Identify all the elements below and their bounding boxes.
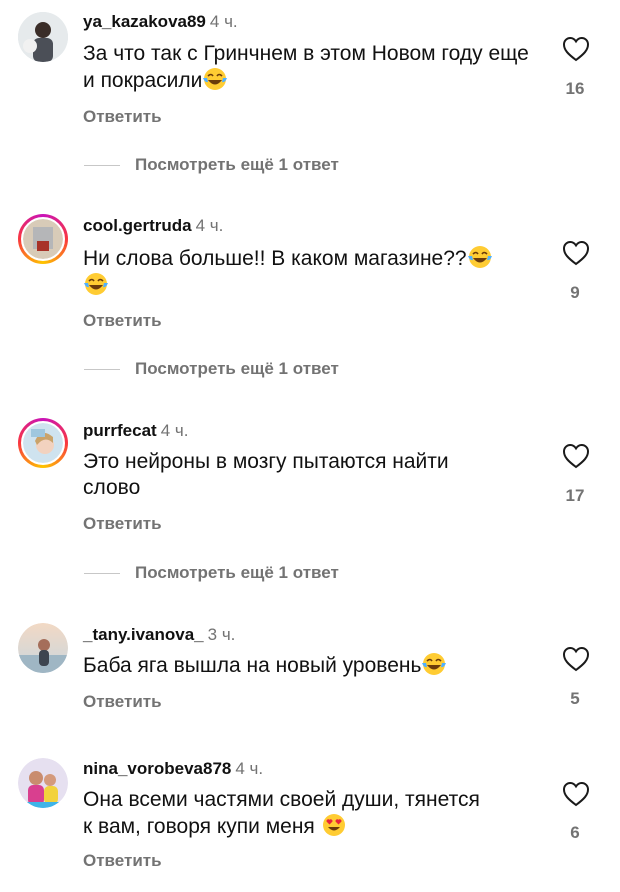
comment-body-line-2: слово [83, 476, 141, 499]
comment-username[interactable]: nina_vorobeva878 [83, 759, 231, 778]
avatar-inner [21, 217, 65, 261]
comment-time: 4 ч. [160, 421, 189, 440]
comment-time: 3 ч. [207, 625, 236, 644]
comment-body-line-2: к вам, говоря купи меня [83, 813, 538, 840]
view-more-replies-label: Посмотреть ещё 1 ответ [135, 359, 339, 378]
comment-username[interactable]: purrfecat [83, 421, 157, 440]
heart-outline-icon[interactable] [562, 646, 590, 672]
avatar[interactable] [18, 418, 68, 468]
avatar-photo [18, 12, 68, 62]
comment-body-line-2-text: к вам, говоря купи меня [83, 815, 315, 838]
like-count: 6 [570, 823, 580, 842]
divider-line [84, 165, 120, 166]
comment-body: За что так с Гринчнем в этом Новом году … [83, 42, 529, 92]
comment-username[interactable]: ya_kazakova89 [83, 12, 206, 31]
heart-outline-icon[interactable] [562, 443, 590, 469]
avatar-photo [23, 219, 63, 259]
comment-text: Баба яга вышла на новый уровень [83, 652, 538, 679]
avatar[interactable] [18, 12, 68, 62]
comment-body-line-1: Она всеми частями своей души, тянется [83, 788, 480, 811]
like-count: 5 [570, 689, 580, 708]
heart-outline-icon[interactable] [562, 240, 590, 266]
reply-button[interactable]: Ответить [83, 692, 162, 712]
heart-outline-icon[interactable] [562, 781, 590, 807]
reply-button[interactable]: Ответить [83, 514, 162, 534]
avatar[interactable] [18, 758, 68, 808]
avatar[interactable] [18, 214, 68, 264]
comment-username[interactable]: _tany.ivanova_ [83, 625, 204, 644]
heart-outline-icon[interactable] [562, 36, 590, 62]
comment-body: Ни слова больше!! В каком магазине?? [83, 247, 467, 270]
smiling-face-with-heart-eyes-icon [322, 814, 345, 836]
like-count: 9 [570, 283, 580, 302]
avatar-inner [21, 421, 65, 465]
face-with-tears-of-joy-icon [467, 246, 492, 268]
comment-text: Ни слова больше!! В каком магазине?? [83, 245, 538, 299]
divider-line [84, 369, 120, 370]
comment-body-line-1: Это нейроны в мозгу пытаются найти [83, 450, 449, 473]
view-more-replies-label: Посмотреть ещё 1 ответ [135, 563, 339, 582]
like-count: 16 [565, 79, 585, 98]
avatar[interactable] [18, 623, 68, 673]
reply-button[interactable]: Ответить [83, 851, 162, 871]
reply-button[interactable]: Ответить [83, 311, 162, 331]
face-with-tears-of-joy-icon [422, 653, 447, 675]
comment-username[interactable]: cool.gertruda [83, 216, 192, 235]
face-with-tears-of-joy-icon [84, 273, 108, 295]
comment-time: 4 ч. [195, 216, 224, 235]
face-with-tears-of-joy-icon [203, 68, 228, 90]
comment-text: Она всеми частями своей души, тянется к … [83, 787, 538, 840]
view-more-replies-label: Посмотреть ещё 1 ответ [135, 155, 339, 174]
comment-text: За что так с Гринчнем в этом Новом году … [83, 41, 538, 94]
comment-time: 4 ч. [209, 12, 238, 31]
avatar-photo [18, 758, 68, 808]
avatar-photo [18, 623, 68, 673]
like-count: 17 [565, 486, 585, 505]
comment-text: Это нейроны в мозгу пытаются найти слово [83, 449, 538, 501]
divider-line [84, 573, 120, 574]
comment-time: 4 ч. [235, 759, 264, 778]
reply-button[interactable]: Ответить [83, 107, 162, 127]
comment-body: Баба яга вышла на новый уровень [83, 654, 422, 677]
avatar-photo [23, 423, 63, 463]
